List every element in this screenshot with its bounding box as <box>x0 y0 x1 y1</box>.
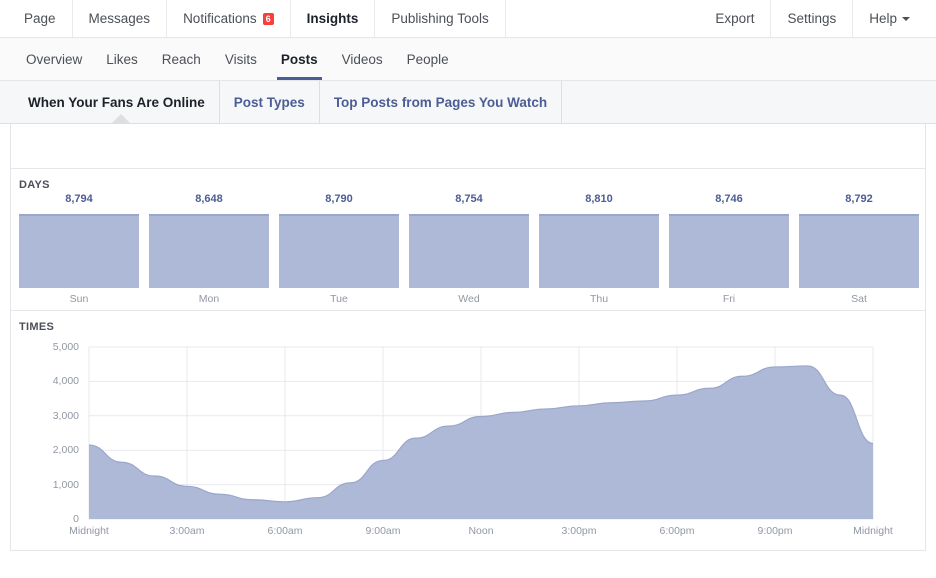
topnav-item-publishing-tools-label: Publishing Tools <box>391 11 489 26</box>
tab-post-types-label: Post Types <box>233 94 305 110</box>
day-bar-value: 8,810 <box>585 193 613 205</box>
topnav-item-notifications[interactable]: Notifications 6 <box>167 0 291 37</box>
subnav-item-videos[interactable]: Videos <box>330 38 395 80</box>
subnav-item-reach-label: Reach <box>161 51 201 67</box>
top-navigation-bar: Page Messages Notifications 6 Insights P… <box>0 0 936 38</box>
day-bar-value: 8,792 <box>845 193 873 205</box>
topnav-item-insights-label: Insights <box>306 11 359 26</box>
day-bar-column[interactable]: 8,794 Sun <box>19 193 139 305</box>
subnav-item-people[interactable]: People <box>395 38 461 80</box>
help-menu-label: Help <box>869 11 897 26</box>
day-bar[interactable] <box>149 214 269 288</box>
topnav-item-page[interactable]: Page <box>8 0 73 37</box>
top-nav-right-group: Export Settings Help <box>699 0 936 37</box>
subnav-item-visits[interactable]: Visits <box>213 38 269 80</box>
times-x-axis-tick-label: 3:00pm <box>561 525 597 537</box>
settings-button[interactable]: Settings <box>771 0 854 37</box>
topnav-item-insights[interactable]: Insights <box>291 0 376 37</box>
day-bar[interactable] <box>279 214 399 288</box>
day-bar-column[interactable]: 8,746 Fri <box>669 193 789 305</box>
day-bar-label: Wed <box>458 293 480 305</box>
subnav-item-videos-label: Videos <box>341 51 383 67</box>
days-bar-chart: 8,794 Sun 8,648 Mon 8,790 Tue 8,754 Wed 8,810 Thu… <box>19 193 919 305</box>
times-x-axis-tick-label: 9:00am <box>365 525 401 537</box>
settings-button-label: Settings <box>787 11 837 26</box>
topnav-item-page-label: Page <box>24 11 56 26</box>
day-bar-label: Sat <box>851 293 867 305</box>
times-x-axis-tick-label: Midnight <box>853 525 893 537</box>
times-x-axis-tick-label: Noon <box>468 525 494 537</box>
day-bar-label: Tue <box>330 293 348 305</box>
topnav-item-messages[interactable]: Messages <box>73 0 168 37</box>
day-bar[interactable] <box>409 214 529 288</box>
times-y-axis-tick-label: 3,000 <box>52 409 79 422</box>
times-x-axis-tick-label: Midnight <box>69 525 109 537</box>
times-section-label: TIMES <box>19 321 55 333</box>
times-x-axis-tick-label: 9:00pm <box>757 525 793 537</box>
times-y-axis-tick-label: 1,000 <box>52 478 79 491</box>
times-x-axis-tick-label: 6:00pm <box>659 525 695 537</box>
top-nav-left-group: Page Messages Notifications 6 Insights P… <box>0 0 506 37</box>
subnav-item-people-label: People <box>406 51 449 67</box>
tab-when-your-fans-are-online-label: When Your Fans Are Online <box>28 94 205 110</box>
day-bar-label: Sun <box>69 293 89 305</box>
day-bar-value: 8,790 <box>325 193 353 205</box>
day-bar-value: 8,794 <box>65 193 93 205</box>
export-button[interactable]: Export <box>699 0 772 37</box>
day-bar[interactable] <box>539 214 659 288</box>
day-bar-column[interactable]: 8,792 Sat <box>799 193 919 305</box>
tab-top-posts-from-pages-you-watch[interactable]: Top Posts from Pages You Watch <box>320 81 563 123</box>
topnav-item-messages-label: Messages <box>88 11 151 26</box>
subnav-item-posts-label: Posts <box>280 51 318 67</box>
day-bar-value: 8,746 <box>715 193 743 205</box>
posts-tab-bar: When Your Fans Are Online Post Types Top… <box>0 81 936 124</box>
filter-panel <box>10 124 926 169</box>
subnav-item-overview-label: Overview <box>26 51 83 67</box>
times-y-axis-tick-label: 2,000 <box>52 444 79 457</box>
subnav-item-visits-label: Visits <box>224 51 257 67</box>
day-bar[interactable] <box>669 214 789 288</box>
tab-post-types[interactable]: Post Types <box>220 81 320 123</box>
export-button-label: Export <box>715 11 755 26</box>
chevron-down-icon <box>902 16 910 21</box>
day-bar[interactable] <box>19 214 139 288</box>
day-bar[interactable] <box>799 214 919 288</box>
times-area-chart: 0 1,000 2,000 3,000 4,000 5,000 Midnight 3:00am… <box>11 335 925 547</box>
times-y-axis-tick-label: 4,000 <box>52 375 79 388</box>
insights-section-navigation: Overview Likes Reach Visits Posts Videos… <box>0 38 936 81</box>
day-bar-column[interactable]: 8,790 Tue <box>279 193 399 305</box>
times-chart-plot <box>88 346 874 520</box>
topnav-item-publishing-tools[interactable]: Publishing Tools <box>375 0 506 37</box>
subnav-item-overview[interactable]: Overview <box>14 38 94 80</box>
topnav-item-notifications-label: Notifications <box>183 11 257 26</box>
notifications-badge: 6 <box>262 12 274 25</box>
times-panel: TIMES 0 1,000 2,000 3,000 4,000 5,000 Midnight… <box>10 311 926 551</box>
day-bar-column[interactable]: 8,648 Mon <box>149 193 269 305</box>
day-bar-column[interactable]: 8,754 Wed <box>409 193 529 305</box>
subnav-item-likes-label: Likes <box>106 51 138 67</box>
day-bar-column[interactable]: 8,810 Thu <box>539 193 659 305</box>
times-y-axis-tick-label: 5,000 <box>52 341 79 353</box>
day-bar-label: Mon <box>198 293 220 305</box>
day-bar-value: 8,648 <box>195 193 223 205</box>
day-bar-label: Fri <box>722 293 736 305</box>
subnav-item-posts[interactable]: Posts <box>269 38 330 80</box>
insights-content-area: DAYS 8,794 Sun 8,648 Mon 8,790 Tue 8,754 Wed 8,8… <box>0 124 936 551</box>
tab-top-posts-label: Top Posts from Pages You Watch <box>333 94 548 110</box>
subnav-item-likes[interactable]: Likes <box>94 38 150 80</box>
day-bar-label: Thu <box>589 293 609 305</box>
times-x-axis-tick-label: 3:00am <box>169 525 205 537</box>
active-tab-pointer-icon <box>111 114 131 124</box>
subnav-item-reach[interactable]: Reach <box>150 38 213 80</box>
days-section-label: DAYS <box>19 179 50 191</box>
times-x-axis-tick-label: 6:00am <box>267 525 303 537</box>
day-bar-value: 8,754 <box>455 193 483 205</box>
times-y-axis-tick-label: 0 <box>73 513 79 525</box>
help-menu-button[interactable]: Help <box>853 0 926 37</box>
days-panel: DAYS 8,794 Sun 8,648 Mon 8,790 Tue 8,754 Wed 8,8… <box>10 169 926 311</box>
